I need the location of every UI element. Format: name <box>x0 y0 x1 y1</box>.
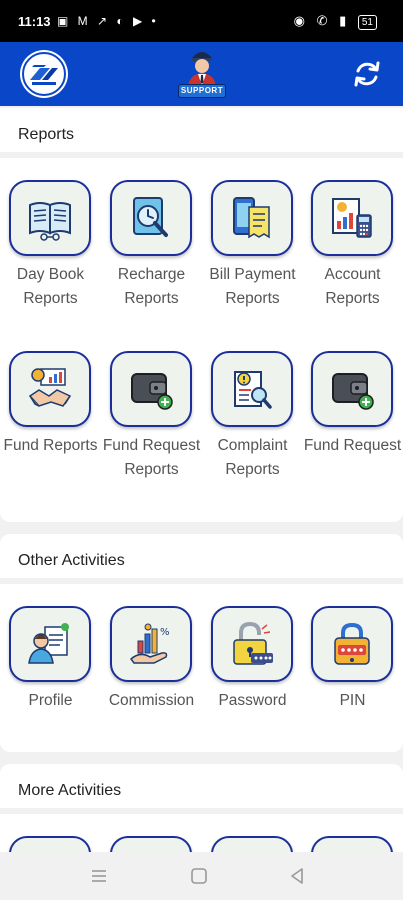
refresh-icon[interactable] <box>351 58 383 90</box>
handshake-icon <box>28 368 72 407</box>
section-title: More Activities <box>18 782 122 799</box>
back-icon[interactable] <box>287 866 307 886</box>
clock-search-icon <box>133 197 168 237</box>
padlock-icon <box>233 621 273 665</box>
tile-label: Fund Reports <box>3 437 98 454</box>
book-icon <box>29 202 71 241</box>
tile-label: PIN <box>339 692 366 709</box>
tile-label: Bill Payment Reports <box>209 266 296 307</box>
support-agent-icon <box>188 52 216 86</box>
recent-apps-icon[interactable] <box>89 866 109 886</box>
support-button[interactable]: SUPPORT <box>178 46 226 102</box>
other-activities-header: Other Activities <box>0 534 403 584</box>
system-icons: ◉ ✆ ▮ 51 <box>294 13 377 30</box>
tile-label: Fund Request <box>303 437 402 454</box>
home-icon[interactable] <box>189 866 209 886</box>
commission-chart-icon: % <box>129 623 170 664</box>
tile-label: Commission <box>108 692 195 709</box>
app-header: SUPPORT <box>0 42 403 106</box>
document-search-icon <box>234 371 272 409</box>
tile-label: Password <box>218 692 287 709</box>
reports-section: Reports Day Book Reports Recharge Report… <box>0 108 403 522</box>
wallet-add-icon <box>332 373 374 410</box>
status-bar: 11:13 ▣ M ↗ ◐ ▶ • ◉ ✆ ▮ 51 <box>0 0 403 42</box>
section-title: Other Activities <box>18 552 125 569</box>
phone-bill-icon <box>233 197 270 239</box>
other-activities-section: Other Activities Profile % Commission Pa… <box>0 534 403 752</box>
reports-header: Reports <box>0 108 403 158</box>
system-navigation-bar <box>0 852 403 900</box>
more-activities-section: More Activities <box>0 764 403 852</box>
more-activities-header: More Activities <box>0 764 403 814</box>
svg-text:%: % <box>160 627 170 638</box>
tile-label: Profile <box>28 692 73 709</box>
calculator-chart-icon <box>332 198 372 238</box>
profile-card-icon <box>28 623 69 664</box>
section-title: Reports <box>18 126 75 143</box>
wallet-add-icon <box>131 373 173 410</box>
tile-label: Fund Request Reports <box>102 437 201 478</box>
tile-label: Account Reports <box>324 266 381 307</box>
status-time: 11:13 <box>18 14 51 29</box>
tile-label: Day Book Reports <box>16 266 85 307</box>
app-logo[interactable] <box>22 52 66 96</box>
tile-label: Recharge Reports <box>117 266 186 307</box>
pin-lock-icon <box>334 622 370 665</box>
tile-label: Complaint Reports <box>217 437 288 478</box>
notification-icons: ▣ M ↗ ◐ ▶ • <box>57 14 159 28</box>
support-badge: SUPPORT <box>178 84 226 98</box>
battery-icon: 51 <box>357 15 377 30</box>
